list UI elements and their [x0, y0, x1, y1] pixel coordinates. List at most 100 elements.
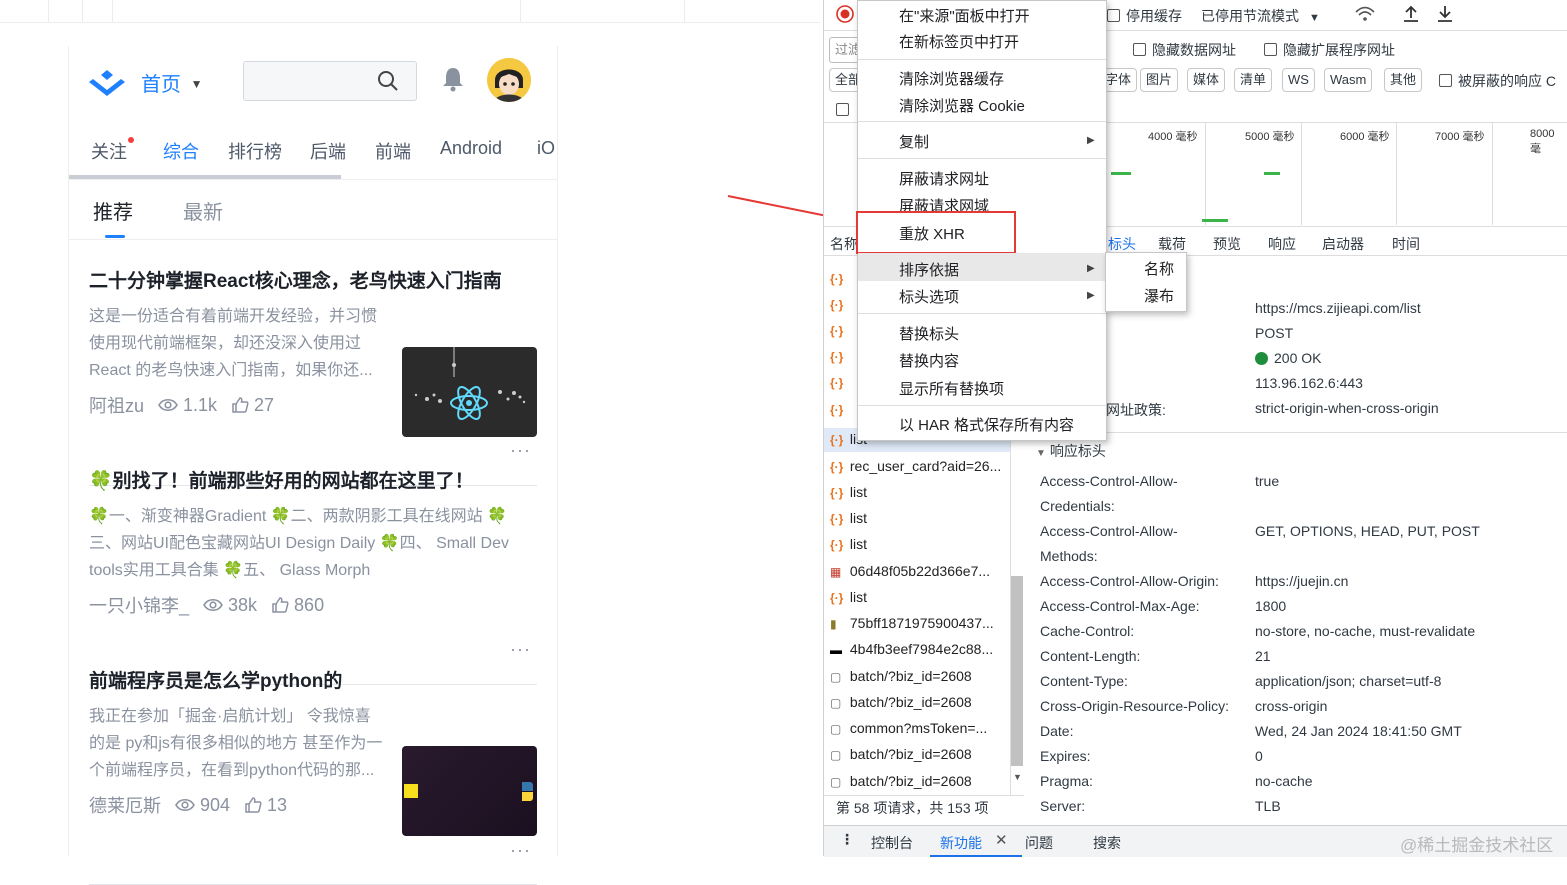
tab-timing[interactable]: 时间 — [1392, 234, 1420, 254]
request-row[interactable]: {·} rec_user_card?aid=26... — [830, 458, 1001, 474]
drawer-tab-console[interactable]: 控制台 — [871, 833, 913, 853]
bell-icon[interactable] — [441, 66, 465, 92]
filter-other[interactable]: 其他 — [1384, 68, 1423, 92]
article-thumbnail[interactable] — [402, 746, 537, 836]
request-row[interactable]: ▬ 4b4fb3eef7984e2c88... — [830, 641, 993, 657]
request-row[interactable]: ▢ common?msToken=... — [830, 720, 987, 736]
home-dropdown[interactable]: 首页 ▼ — [141, 68, 202, 97]
author-name[interactable]: 德莱厄斯 — [89, 792, 161, 818]
article-title[interactable]: 二十分钟掌握React核心理念，老鸟快速入门指南 — [89, 266, 537, 293]
drawer-menu-icon[interactable]: ⋮ — [840, 831, 854, 848]
request-row[interactable]: ▮ 75bff1871975900437... — [830, 615, 994, 631]
filter-ws[interactable]: WS — [1282, 68, 1315, 92]
checkbox[interactable] — [1439, 74, 1452, 87]
response-headers-section[interactable]: ▼ 响应标头 — [1036, 441, 1106, 461]
author-name[interactable]: 一只小锦李_ — [89, 592, 189, 618]
submenu-sort-waterfall[interactable]: 瀑布 — [1144, 285, 1174, 306]
menu-block-request-url[interactable]: 屏蔽请求网址 — [899, 168, 989, 189]
upload-icon[interactable] — [1402, 4, 1420, 24]
menu-override-content[interactable]: 替换内容 — [899, 350, 959, 371]
tab-backend[interactable]: 后端 — [310, 138, 346, 164]
search-button[interactable] — [360, 62, 416, 100]
subtab-recommended[interactable]: 推荐 — [93, 196, 133, 225]
menu-sort-by[interactable]: 排序依据 — [899, 259, 959, 280]
menu-header-options[interactable]: 标头选项 — [899, 286, 959, 307]
tab-android[interactable]: Android — [440, 138, 502, 159]
scrollbar-thumb[interactable] — [1011, 576, 1023, 766]
more-options-icon[interactable]: ··· — [510, 639, 531, 660]
menu-open-in-sources[interactable]: 在"来源"面板中打开 — [899, 5, 1030, 26]
header-key: Pragma: — [1040, 773, 1093, 789]
menu-copy[interactable]: 复制 — [899, 131, 929, 152]
filter-image[interactable]: 图片 — [1140, 68, 1179, 92]
view-count: 904 — [200, 794, 231, 815]
menu-replay-xhr[interactable]: 重放 XHR — [899, 223, 965, 244]
tab-ranking[interactable]: 排行榜 — [228, 138, 282, 164]
submenu-sort-name[interactable]: 名称 — [1144, 258, 1174, 279]
tab-ios[interactable]: iO — [537, 138, 555, 159]
image-icon: ▦ — [830, 565, 842, 579]
more-options-icon[interactable]: ··· — [510, 840, 531, 861]
request-row[interactable]: ▢ batch/?biz_id=2608 — [830, 746, 972, 762]
tab-comprehensive[interactable]: 综合 — [163, 138, 199, 164]
scroll-down-icon[interactable]: ▼ — [1013, 772, 1022, 782]
filter-media[interactable]: 媒体 — [1187, 68, 1226, 92]
checkbox[interactable] — [1107, 9, 1120, 22]
request-row[interactable]: {·} list — [830, 589, 867, 605]
drawer-tab-whats-new[interactable]: 新功能 — [940, 833, 982, 853]
article-title[interactable]: 前端程序员是怎么学python的 — [89, 666, 537, 693]
name-column-header[interactable]: 名称 — [830, 234, 858, 254]
request-row[interactable]: ▦ 06d48f05b22d366e7... — [830, 563, 990, 579]
tab-payload[interactable]: 载荷 — [1158, 234, 1186, 254]
request-row[interactable]: {·} list — [830, 536, 867, 552]
hide-extension-urls-checkbox[interactable]: 隐藏扩展程序网址 — [1264, 40, 1395, 60]
tab-frontend[interactable]: 前端 — [375, 138, 411, 164]
tab-response[interactable]: 响应 — [1268, 234, 1296, 254]
context-menu: 在"来源"面板中打开 在新标签页中打开 清除浏览器缓存 清除浏览器 Cookie… — [856, 0, 1107, 441]
request-row[interactable]: ▢ batch/?biz_id=2608 — [830, 694, 972, 710]
article-card[interactable]: 二十分钟掌握React核心理念，老鸟快速入门指南 这是一份适合有着前端开发经验，… — [89, 266, 537, 486]
article-card[interactable]: 前端程序员是怎么学python的 我正在参加「掘金·启航计划」 令我惊喜 的是 p… — [89, 666, 537, 885]
drawer-tab-issues[interactable]: 问题 — [1025, 833, 1053, 853]
request-row[interactable]: {·} list — [830, 484, 867, 500]
avatar[interactable] — [487, 58, 531, 102]
record-stop-icon[interactable] — [836, 5, 854, 23]
article-title[interactable]: 🍀别找了！前端那些好用的网站都在这里了！ — [89, 466, 537, 493]
download-icon[interactable] — [1436, 4, 1454, 24]
menu-save-har[interactable]: 以 HAR 格式保存所有内容 — [899, 414, 1074, 435]
filter-manifest[interactable]: 清单 — [1234, 68, 1273, 92]
tab-following[interactable]: 关注 — [91, 137, 134, 164]
article-thumbnail[interactable] — [402, 347, 537, 437]
tab-headers[interactable]: 标头 — [1108, 234, 1136, 254]
menu-clear-cache[interactable]: 清除浏览器缓存 — [899, 68, 1004, 89]
filter-wasm[interactable]: Wasm — [1324, 68, 1373, 92]
checkbox[interactable] — [1264, 43, 1277, 56]
header-value: TLB — [1255, 798, 1281, 814]
article-card[interactable]: 🍀别找了！前端那些好用的网站都在这里了！ 🍀一、渐变神器Gradient 🍀二、… — [89, 466, 537, 685]
checkbox[interactable] — [836, 103, 849, 116]
request-row[interactable]: ▢ batch/?biz_id=2608 — [830, 773, 972, 789]
juejin-logo-icon[interactable] — [87, 68, 127, 98]
article-summary: 🍀一、渐变神器Gradient 🍀二、两款阴影工具在线网站 🍀 三、网站UI配色宝… — [89, 508, 509, 579]
request-row[interactable]: {·} list — [830, 510, 867, 526]
subtab-latest[interactable]: 最新 — [183, 196, 223, 225]
tab-preview[interactable]: 预览 — [1213, 234, 1241, 254]
request-row[interactable]: ▢ batch/?biz_id=2608 — [830, 668, 972, 684]
hide-data-urls-checkbox[interactable]: 隐藏数据网址 — [1133, 40, 1236, 60]
checkbox[interactable] — [1133, 43, 1146, 56]
wifi-settings-icon[interactable] — [1354, 6, 1376, 24]
menu-override-headers[interactable]: 替换标头 — [899, 323, 959, 344]
throttle-select[interactable]: 已停用节流模式 ▼ — [1201, 6, 1320, 26]
menu-open-in-new-tab[interactable]: 在新标签页中打开 — [899, 31, 1019, 52]
menu-clear-cookies[interactable]: 清除浏览器 Cookie — [899, 95, 1025, 116]
close-icon[interactable]: ✕ — [995, 831, 1008, 849]
drawer-tab-search[interactable]: 搜索 — [1093, 833, 1121, 853]
more-options-icon[interactable]: ··· — [510, 440, 531, 461]
search-input[interactable] — [243, 61, 417, 101]
author-name[interactable]: 阿祖zu — [89, 392, 144, 418]
menu-show-all-overrides[interactable]: 显示所有替换项 — [899, 378, 1004, 399]
timeline-tick: 4000 毫秒 — [1148, 131, 1198, 143]
disable-cache-checkbox[interactable]: 停用缓存 — [1107, 6, 1182, 26]
tab-initiator[interactable]: 启动器 — [1322, 234, 1364, 254]
blocked-responses-checkbox[interactable]: 被屏蔽的响应 C — [1439, 71, 1556, 91]
